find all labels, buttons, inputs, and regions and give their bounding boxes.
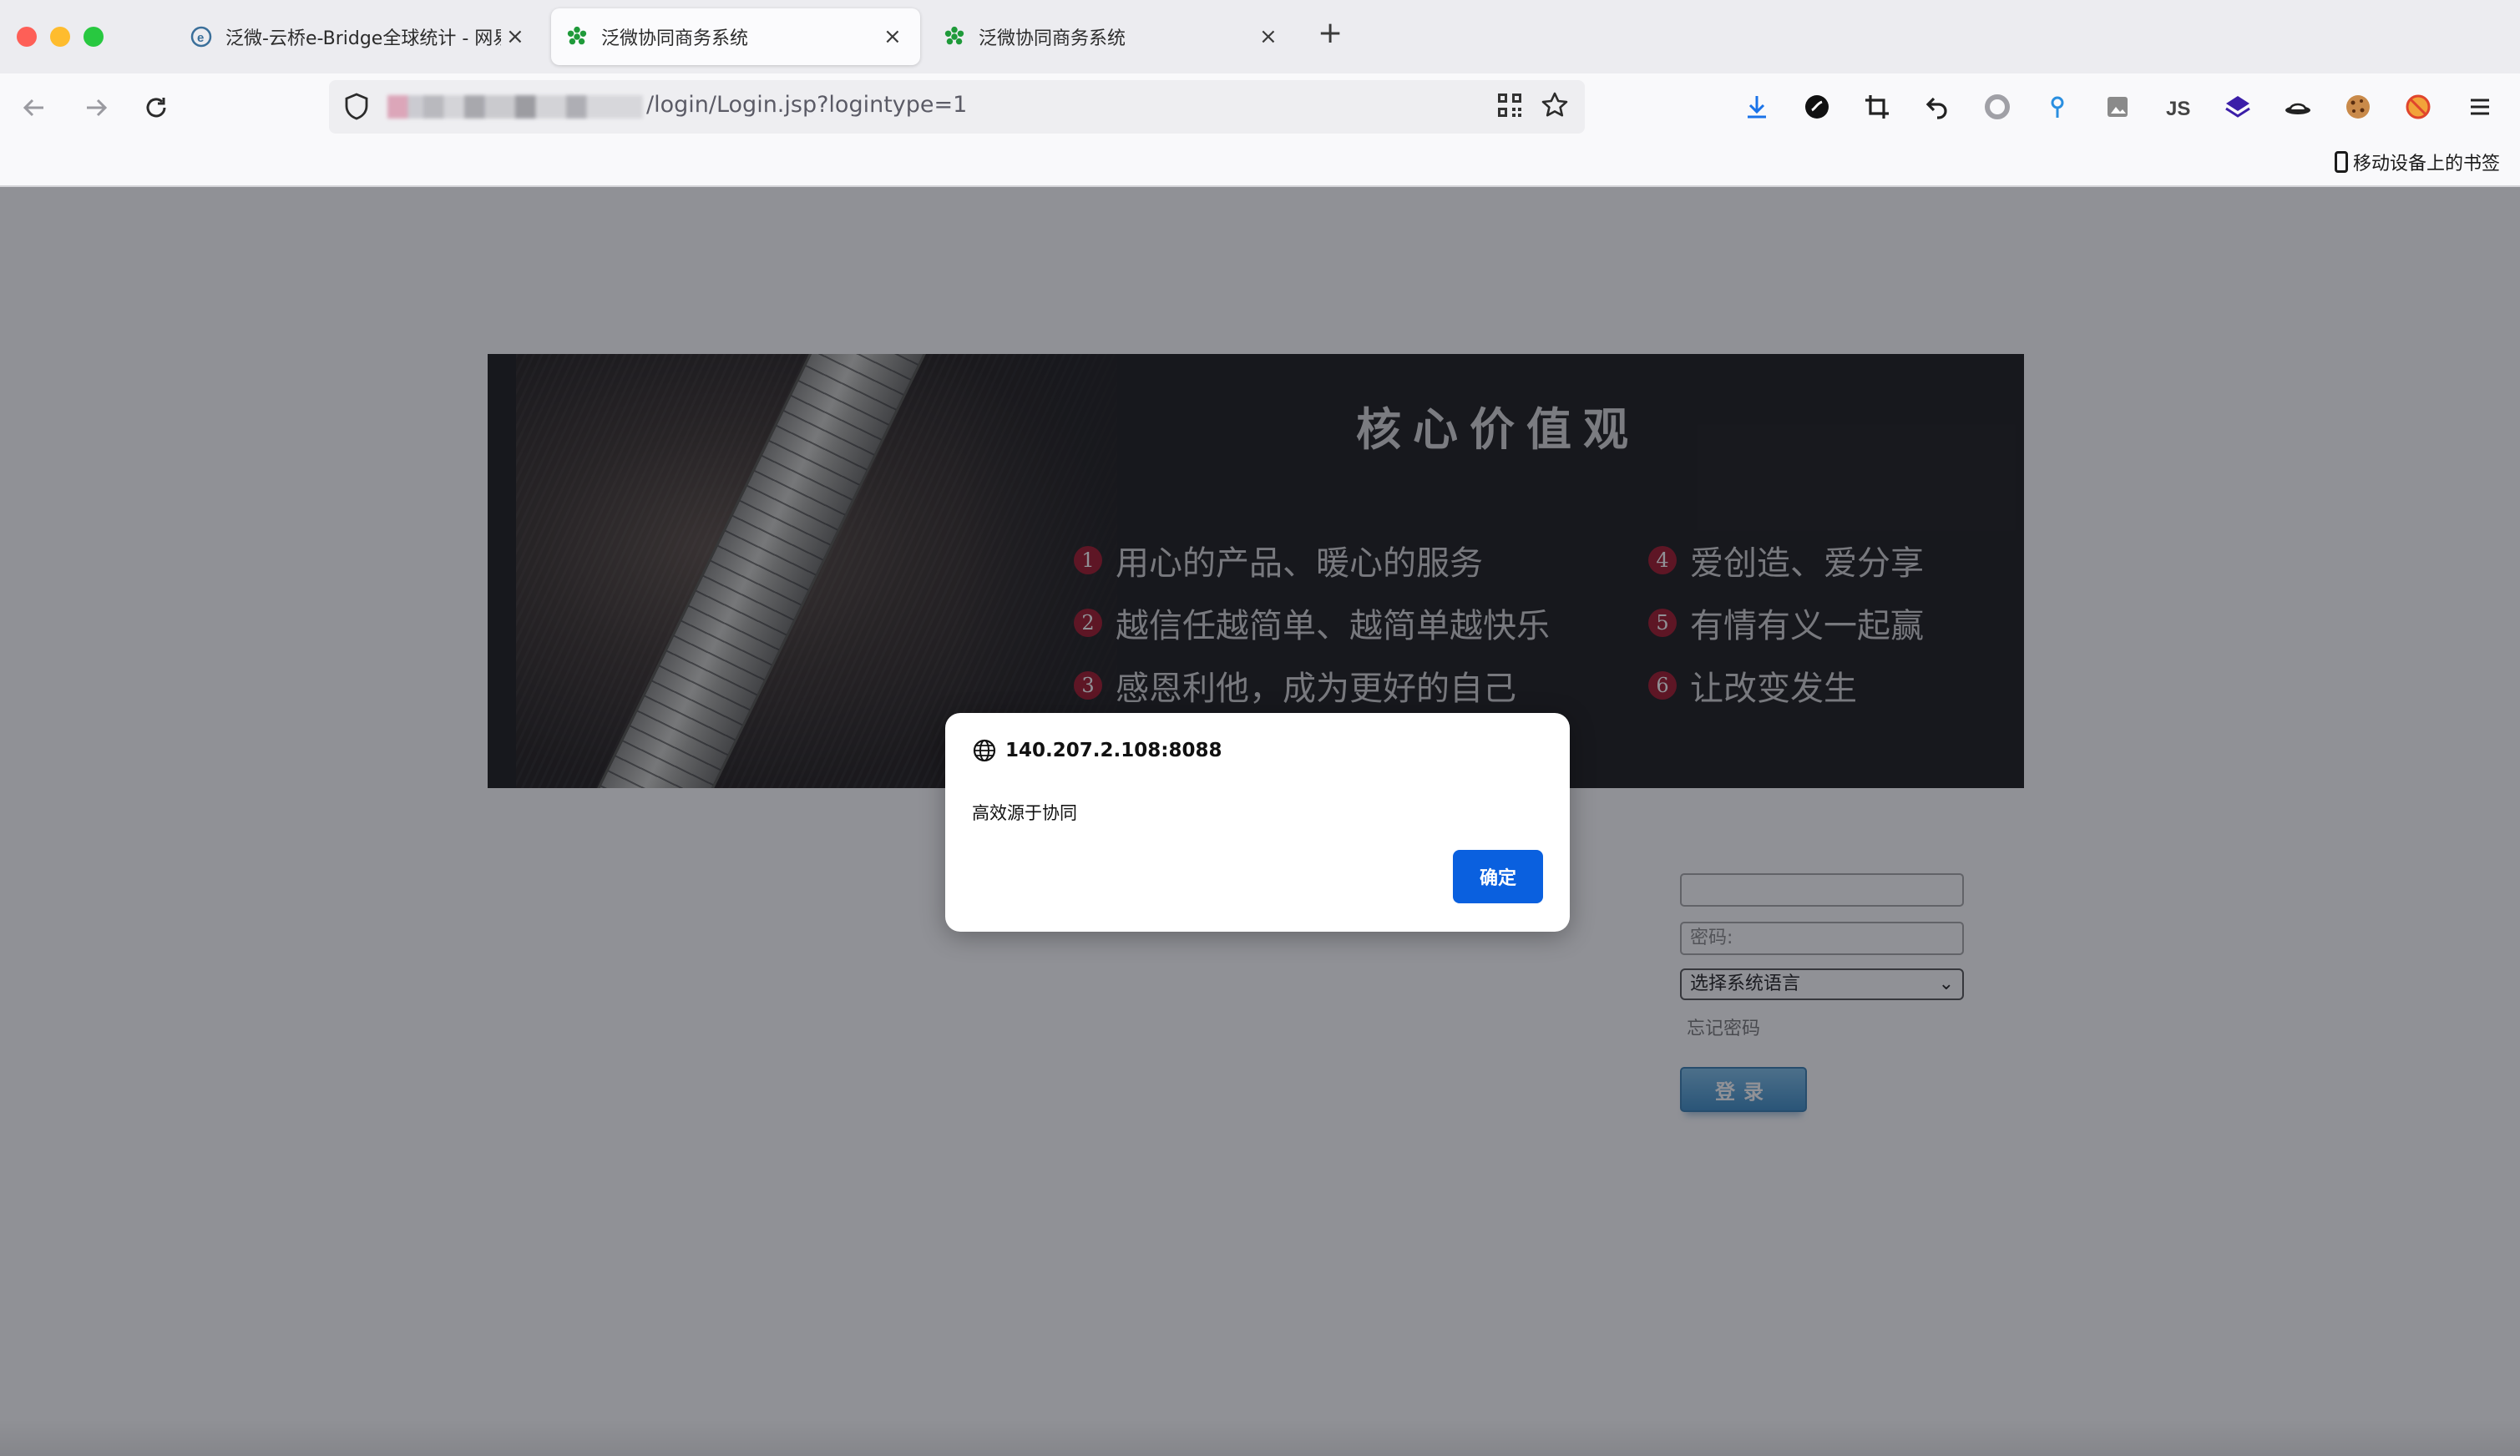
tab-title: 泛微协同商务系统 xyxy=(979,28,1126,49)
weaver-favicon-icon xyxy=(944,26,965,48)
tab-ebridge-stats[interactable]: e 泛微-云桥e-Bridge全球统计 - 网易 × xyxy=(185,8,541,65)
undo-button[interactable] xyxy=(1917,87,1957,127)
dialog-message: 高效源于协同 xyxy=(972,803,1077,823)
undo-icon xyxy=(1925,97,1947,119)
tab-bar: e 泛微-云桥e-Bridge全球统计 - 网易 × 泛微协同商务系统 × 泛微… xyxy=(0,0,2520,73)
crop-icon xyxy=(1865,95,1889,119)
image-icon xyxy=(2108,97,2128,117)
svg-text:e: e xyxy=(197,31,204,45)
ebridge-favicon-icon: e xyxy=(190,26,212,48)
maximize-window-button[interactable] xyxy=(83,27,104,47)
star-icon[interactable] xyxy=(1540,90,1570,120)
crop-button[interactable] xyxy=(1857,87,1897,127)
layers-icon xyxy=(2225,96,2250,118)
extension-hat[interactable] xyxy=(2278,87,2318,127)
mobile-device-icon xyxy=(2334,151,2348,173)
url-text[interactable]: /login/Login.jsp?logintype=1 xyxy=(646,92,967,118)
forward-button[interactable] xyxy=(77,88,115,127)
dialog-host: 140.207.2.108:8088 xyxy=(1005,740,1222,761)
extension-dark-circle[interactable] xyxy=(1797,87,1837,127)
minimize-window-button[interactable] xyxy=(50,27,70,47)
arrow-right-icon xyxy=(87,99,108,117)
tab-close-button[interactable]: × xyxy=(883,26,902,48)
extension-gray-ring[interactable] xyxy=(1977,87,2017,127)
ok-button[interactable]: 确定 xyxy=(1453,850,1543,903)
weaver-favicon-icon xyxy=(566,26,588,48)
navigation-bar: /login/Login.jsp?logintype=1 JS 移动设备上的书签 xyxy=(0,73,2520,187)
svg-text:JS: JS xyxy=(2166,98,2190,120)
shield-icon xyxy=(345,93,368,120)
hamburger-menu-icon xyxy=(2471,99,2489,115)
close-window-button[interactable] xyxy=(17,27,37,47)
mobile-bookmarks-label: 移动设备上的书签 xyxy=(2352,154,2500,174)
block-icon xyxy=(2406,94,2431,119)
tab-title: 泛微-云桥e-Bridge全球统计 - 网易 xyxy=(225,28,501,49)
js-icon: JS xyxy=(2166,98,2190,120)
extension-image[interactable] xyxy=(2097,87,2138,127)
tab-weaver[interactable]: 泛微协同商务系统 × xyxy=(939,8,1294,65)
url-host-redacted xyxy=(387,95,643,119)
extension-block[interactable] xyxy=(2398,87,2438,127)
tab-weaver-active[interactable]: 泛微协同商务系统 × xyxy=(551,8,920,65)
new-tab-button[interactable]: + xyxy=(1318,18,1343,48)
alert-dialog: 140.207.2.108:8088 高效源于协同 确定 xyxy=(945,713,1570,932)
globe-icon xyxy=(973,739,996,762)
extension-cookie[interactable] xyxy=(2338,87,2378,127)
dark-circle-icon xyxy=(1805,95,1829,119)
tab-close-button[interactable]: × xyxy=(1259,26,1278,48)
mobile-bookmarks-button[interactable]: 移动设备上的书签 xyxy=(2334,149,2500,175)
qr-code-icon[interactable] xyxy=(1496,92,1523,119)
extension-pin[interactable] xyxy=(2037,87,2077,127)
ring-icon xyxy=(1985,94,2010,119)
back-button[interactable] xyxy=(15,88,53,127)
extension-purple-layers[interactable] xyxy=(2218,87,2258,127)
download-icon xyxy=(1748,96,1766,119)
extension-js[interactable]: JS xyxy=(2158,87,2198,127)
menu-button[interactable] xyxy=(2460,87,2500,127)
tab-close-button[interactable]: × xyxy=(506,26,524,48)
downloads-button[interactable] xyxy=(1737,87,1777,127)
address-bar[interactable]: /login/Login.jsp?logintype=1 xyxy=(329,80,1585,134)
reload-button[interactable] xyxy=(137,88,175,127)
tab-title: 泛微协同商务系统 xyxy=(601,28,749,49)
cookie-icon xyxy=(2346,95,2370,119)
pin-icon xyxy=(2051,96,2064,118)
arrow-left-icon xyxy=(23,99,43,117)
hat-icon xyxy=(2285,103,2310,114)
reload-icon xyxy=(146,98,166,118)
